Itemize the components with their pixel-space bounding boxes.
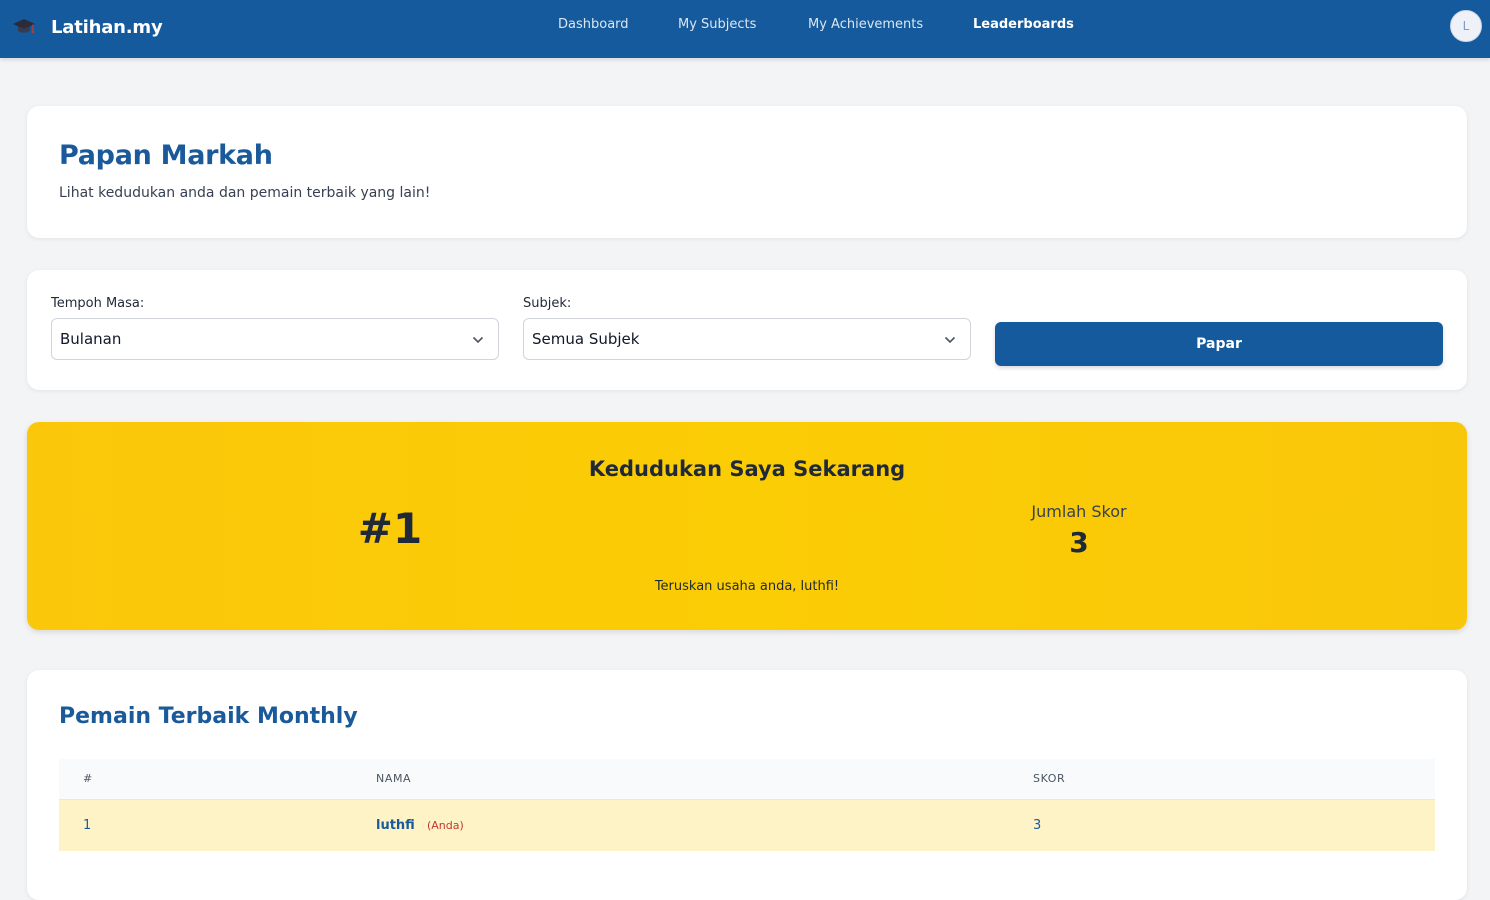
period-select-value: Bulanan [60,330,122,348]
column-header-score: SKOR [1032,759,1435,800]
subject-select-value: Semua Subjek [532,330,640,348]
table-header-row: # NAMA SKOR [59,759,1435,800]
rank-message: Teruskan usaha anda, luthfi! [654,579,840,594]
total-score-value: 3 [1069,526,1089,559]
table-row: 1 luthfi (Anda) 3 [59,799,1435,851]
leaderboard-title: Pemain Terbaik Monthly [59,704,358,729]
graduation-cap-icon [13,19,35,34]
period-select[interactable]: Bulanan [51,318,499,360]
total-score-label: Jumlah Skor [1031,502,1127,521]
page-subtitle: Lihat kedudukan anda dan pemain terbaik … [59,185,431,201]
page-title: Papan Markah [59,140,273,171]
rank-position: #1 [357,504,423,553]
top-navbar: Latihan.my Dashboard My Subjects My Achi… [0,0,1490,58]
leaderboard-card: Pemain Terbaik Monthly # NAMA SKOR 1 lut… [27,670,1467,900]
nav-dashboard[interactable]: Dashboard [558,17,629,32]
show-button[interactable]: Papar [995,322,1443,366]
row-name-cell: luthfi (Anda) [375,799,1032,851]
rank-title: Kedudukan Saya Sekarang [588,457,906,481]
brand[interactable]: Latihan.my [12,14,163,40]
nav-my-subjects[interactable]: My Subjects [678,17,756,32]
period-label: Tempoh Masa: [51,296,145,311]
user-avatar[interactable]: L [1450,10,1482,42]
row-name: luthfi [376,817,415,833]
brand-name: Latihan.my [51,16,163,38]
subject-select[interactable]: Semua Subjek [523,318,971,360]
page-header-card: Papan Markah Lihat kedudukan anda dan pe… [27,106,1467,238]
chevron-down-icon [472,336,484,344]
nav-my-achievements[interactable]: My Achievements [808,17,923,32]
chevron-down-icon [944,336,956,344]
you-tag: (Anda) [426,818,464,832]
subject-label: Subjek: [523,296,572,311]
leaderboard-table: # NAMA SKOR 1 luthfi (Anda) 3 [59,759,1435,851]
column-header-rank: # [59,759,375,800]
my-rank-card: Kedudukan Saya Sekarang #1 Jumlah Skor 3… [27,422,1467,630]
row-score: 3 [1032,799,1435,851]
column-header-name: NAMA [375,759,1032,800]
nav-leaderboards[interactable]: Leaderboards [973,17,1074,32]
row-rank: 1 [59,799,375,851]
filter-card: Tempoh Masa: Bulanan Subjek: Semua Subje… [27,270,1467,390]
